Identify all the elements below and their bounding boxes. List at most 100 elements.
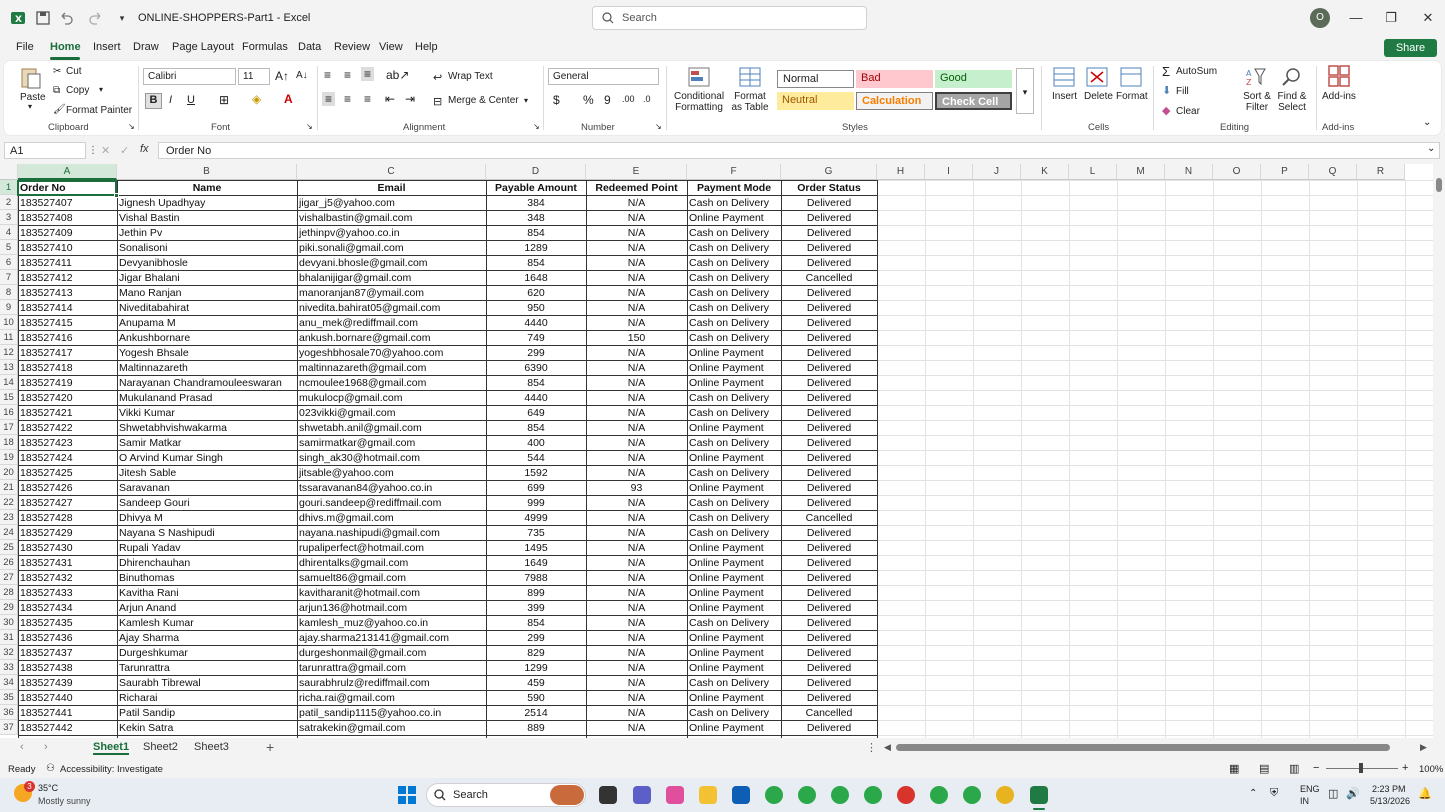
table-cell[interactable]: 150 — [586, 331, 687, 346]
comma-icon[interactable]: 9 — [604, 93, 611, 107]
table-cell[interactable]: Online Payment — [687, 451, 781, 466]
page-break-view-icon[interactable]: ▥ — [1289, 762, 1299, 775]
table-cell[interactable]: Cash on Delivery — [687, 286, 781, 301]
normal-view-icon[interactable]: ▦ — [1229, 762, 1239, 775]
table-cell[interactable]: Vikki Kumar — [117, 406, 297, 421]
table-cell[interactable]: Niveditabahirat — [117, 301, 297, 316]
table-cell[interactable]: Delivered — [781, 661, 877, 676]
table-cell[interactable]: mukulocp@gmail.com — [297, 391, 486, 406]
table-cell[interactable]: Anupama M — [117, 316, 297, 331]
table-cell[interactable]: N/A — [586, 361, 687, 376]
table-cell[interactable]: 183527419 — [18, 376, 117, 391]
increase-font-icon[interactable]: A↑ — [275, 69, 289, 83]
table-cell[interactable]: ankush.bornare@gmail.com — [297, 331, 486, 346]
format-painter-button[interactable]: Format Painter — [66, 105, 132, 116]
chrome-profile-4-icon[interactable] — [864, 786, 882, 804]
row-header[interactable]: 8 — [0, 285, 18, 300]
add-sheet-icon[interactable]: + — [266, 739, 274, 755]
conditional-formatting-icon[interactable] — [687, 66, 711, 88]
row-header[interactable]: 24 — [0, 525, 18, 540]
table-cell[interactable]: richa.rai@gmail.com — [297, 691, 486, 706]
excel-taskbar-icon[interactable] — [1030, 786, 1048, 804]
table-header-cell[interactable]: Name — [117, 181, 297, 196]
row-header[interactable]: 1 — [0, 180, 18, 195]
table-cell[interactable]: Delivered — [781, 301, 877, 316]
table-cell[interactable]: 399 — [486, 601, 586, 616]
table-cell[interactable]: 183527420 — [18, 391, 117, 406]
format-cells-icon[interactable] — [1119, 66, 1143, 88]
table-cell[interactable]: 183527432 — [18, 571, 117, 586]
table-cell[interactable]: 183527435 — [18, 616, 117, 631]
notifications-icon[interactable]: 🔔 — [1418, 787, 1432, 800]
table-cell[interactable]: 854 — [486, 256, 586, 271]
table-cell[interactable]: N/A — [586, 271, 687, 286]
table-cell[interactable]: N/A — [586, 526, 687, 541]
table-cell[interactable]: 649 — [486, 406, 586, 421]
table-cell[interactable]: 4440 — [486, 391, 586, 406]
sheet-bar-options-icon[interactable]: ⋮ — [866, 741, 877, 754]
alignment-launcher-icon[interactable]: ↘ — [533, 122, 540, 131]
save-icon[interactable] — [35, 10, 51, 26]
table-cell[interactable]: N/A — [586, 241, 687, 256]
customize-qat-icon[interactable]: ▾ — [114, 10, 130, 26]
table-cell[interactable]: Online Payment — [687, 646, 781, 661]
table-cell[interactable]: Yogesh Bhsale — [117, 346, 297, 361]
align-center-icon[interactable]: ≡ — [344, 92, 351, 106]
row-header[interactable]: 28 — [0, 585, 18, 600]
table-cell[interactable]: Cash on Delivery — [687, 496, 781, 511]
table-cell[interactable]: 183527438 — [18, 661, 117, 676]
table-cell[interactable]: Delivered — [781, 391, 877, 406]
table-cell[interactable]: Sonalisoni — [117, 241, 297, 256]
table-cell[interactable]: N/A — [586, 436, 687, 451]
clock-time[interactable]: 2:23 PM — [1372, 784, 1406, 794]
table-cell[interactable]: Online Payment — [687, 601, 781, 616]
currency-icon[interactable]: $ — [553, 93, 560, 107]
table-cell[interactable]: samirmatkar@gmail.com — [297, 436, 486, 451]
language-secondary[interactable]: IN — [1300, 796, 1309, 806]
table-cell[interactable]: Delivered — [781, 256, 877, 271]
cut-button[interactable]: Cut — [66, 66, 82, 77]
table-cell[interactable]: 183527410 — [18, 241, 117, 256]
row-header[interactable]: 16 — [0, 405, 18, 420]
table-cell[interactable]: 1299 — [486, 661, 586, 676]
table-cell[interactable]: 999 — [486, 496, 586, 511]
table-cell[interactable]: N/A — [586, 691, 687, 706]
table-cell[interactable]: Binuthomas — [117, 571, 297, 586]
table-cell[interactable]: 299 — [486, 631, 586, 646]
tab-help[interactable]: Help — [415, 41, 438, 53]
table-cell[interactable]: 2514 — [486, 706, 586, 721]
table-cell[interactable]: 183527418 — [18, 361, 117, 376]
volume-icon[interactable]: 🔊 — [1346, 787, 1360, 800]
tab-home[interactable]: Home — [50, 41, 81, 53]
tab-review[interactable]: Review — [334, 41, 370, 53]
table-cell[interactable]: N/A — [586, 286, 687, 301]
table-cell[interactable]: Delivered — [781, 196, 877, 211]
find-select-icon[interactable] — [1280, 66, 1304, 88]
table-cell[interactable]: 299 — [486, 346, 586, 361]
table-cell[interactable]: ncmoulee1968@gmail.com — [297, 376, 486, 391]
table-cell[interactable]: N/A — [586, 256, 687, 271]
table-cell[interactable]: Cash on Delivery — [687, 256, 781, 271]
table-cell[interactable]: Cash on Delivery — [687, 676, 781, 691]
table-cell[interactable]: Narayanan Chandramouleeswaran — [117, 376, 297, 391]
table-cell[interactable]: Mukulanand Prasad — [117, 391, 297, 406]
merge-center-button[interactable]: Merge & Center — [448, 95, 519, 106]
table-cell[interactable]: Tarunrattra — [117, 661, 297, 676]
tab-insert[interactable]: Insert — [93, 41, 121, 53]
column-header-q[interactable]: Q — [1309, 164, 1357, 180]
column-header-n[interactable]: N — [1165, 164, 1213, 180]
collapse-ribbon-icon[interactable]: ⌄ — [1423, 117, 1431, 128]
format-as-table-icon[interactable] — [738, 66, 762, 88]
table-cell[interactable]: 183527429 — [18, 526, 117, 541]
zoom-slider-thumb[interactable] — [1359, 763, 1363, 773]
table-cell[interactable]: Richarai — [117, 691, 297, 706]
table-cell[interactable]: Jigar Bhalani — [117, 271, 297, 286]
table-cell[interactable]: 183527417 — [18, 346, 117, 361]
row-header[interactable]: 36 — [0, 705, 18, 720]
table-cell[interactable]: N/A — [586, 346, 687, 361]
table-cell[interactable]: patil_sandip1115@yahoo.co.in — [297, 706, 486, 721]
table-cell[interactable]: 183527422 — [18, 421, 117, 436]
table-cell[interactable]: singh_ak30@hotmail.com — [297, 451, 486, 466]
table-cell[interactable]: 1649 — [486, 556, 586, 571]
table-cell[interactable]: Delivered — [781, 286, 877, 301]
